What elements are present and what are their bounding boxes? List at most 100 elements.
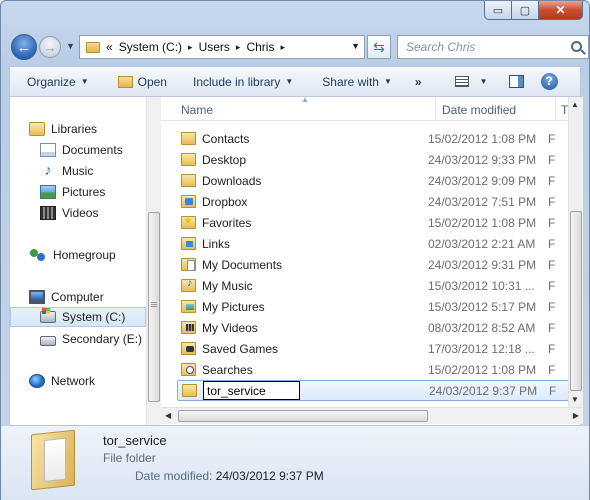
maximize-button[interactable]: ▢	[512, 1, 539, 20]
nav-item-libraries[interactable]: Libraries	[10, 119, 146, 139]
dropbox-folder-icon	[181, 195, 196, 208]
nav-label: Secondary (E:)	[62, 332, 143, 346]
file-list-vertical-scrollbar[interactable]: ▲ ▼	[568, 97, 583, 407]
chevron-down-icon: ▼	[80, 77, 89, 86]
column-divider[interactable]	[435, 97, 436, 121]
breadcrumb-users[interactable]: Users	[199, 40, 230, 54]
nav-label: Homegroup	[53, 248, 116, 262]
file-row[interactable]: Saved Games 17/03/2012 12:18 ... F	[177, 338, 569, 359]
nav-label: Videos	[62, 206, 99, 220]
nav-item-music[interactable]: ♪ Music	[10, 161, 146, 181]
file-row[interactable]: Desktop 24/03/2012 9:33 PM F	[177, 149, 569, 170]
help-button[interactable]: ?	[533, 67, 567, 96]
scroll-down-icon[interactable]: ▼	[571, 395, 579, 404]
scroll-up-icon[interactable]: ▲	[571, 100, 579, 109]
column-divider[interactable]	[555, 97, 556, 121]
scroll-right-icon[interactable]: ▶	[573, 411, 579, 420]
search-input[interactable]: Search Chris	[397, 35, 589, 59]
breadcrumb-separator-icon[interactable]: ▸	[236, 42, 241, 53]
minimize-button[interactable]: ▭	[484, 1, 512, 20]
file-date: 24/03/2012 7:51 PM	[428, 194, 537, 209]
drive-icon	[40, 335, 56, 346]
nav-item-computer[interactable]: Computer	[10, 287, 146, 307]
videos-icon	[40, 206, 56, 220]
nav-label: Pictures	[62, 185, 106, 199]
history-dropdown-icon[interactable]: ▼	[66, 41, 75, 51]
close-button[interactable]: ✕	[539, 1, 583, 20]
search-icon[interactable]	[571, 41, 582, 52]
breadcrumb-chris[interactable]: Chris	[246, 40, 274, 54]
breadcrumb-system-c[interactable]: System (C:)	[119, 40, 182, 54]
nav-label: Network	[51, 374, 96, 388]
address-dropdown-icon[interactable]: ▼	[351, 41, 360, 51]
nav-item-secondary-e[interactable]: Secondary (E:)	[10, 329, 146, 349]
horizontal-scrollbar-thumb[interactable]	[178, 410, 428, 422]
file-name: My Documents	[202, 257, 283, 272]
share-with-label: Share with	[322, 74, 379, 89]
file-row[interactable]: Searches 15/02/2012 1:08 PM F	[177, 359, 569, 380]
computer-icon	[29, 290, 45, 304]
file-row[interactable]: My Pictures 15/03/2012 5:17 PM F	[177, 296, 569, 317]
file-row[interactable]: Links 02/03/2012 2:21 AM F	[177, 233, 569, 254]
file-row[interactable]: Contacts 15/02/2012 1:08 PM F	[177, 128, 569, 149]
column-header-name[interactable]: Name	[181, 103, 213, 117]
more-commands-button[interactable]: »	[401, 67, 431, 96]
address-overflow-chevron[interactable]: «	[106, 40, 113, 54]
open-button[interactable]: Open	[98, 67, 176, 96]
file-row[interactable]: Downloads 24/03/2012 9:09 PM F	[177, 170, 569, 191]
share-with-button[interactable]: Share with ▼	[302, 67, 401, 96]
file-row[interactable]: Favorites 15/02/2012 1:08 PM F	[177, 212, 569, 233]
breadcrumb-separator-icon[interactable]: ▸	[280, 42, 285, 53]
file-date: 24/03/2012 9:33 PM	[428, 152, 537, 167]
file-row-selected[interactable]: tor_service 24/03/2012 9:37 PM F	[177, 380, 569, 401]
saved-games-folder-icon	[181, 342, 196, 355]
file-list-horizontal-scrollbar[interactable]: ◀ ▶	[161, 407, 583, 424]
file-row[interactable]: My Music 15/03/2012 10:31 ... F	[177, 275, 569, 296]
file-row[interactable]: My Documents 24/03/2012 9:31 PM F	[177, 254, 569, 275]
file-name: Desktop	[202, 152, 247, 167]
arrow-right-icon: →	[43, 39, 57, 55]
videos-folder-icon	[181, 321, 196, 334]
homegroup-icon	[29, 247, 47, 263]
file-name: Saved Games	[202, 341, 279, 356]
refresh-icon: ⇆	[373, 38, 385, 55]
forward-button[interactable]: →	[39, 36, 61, 58]
nav-item-network[interactable]: Network	[10, 371, 146, 391]
refresh-button[interactable]: ⇆	[367, 35, 391, 59]
windows-drive-icon	[40, 308, 56, 323]
search-placeholder: Search Chris	[406, 40, 476, 54]
file-type: F	[548, 173, 556, 188]
nav-item-documents[interactable]: Documents	[10, 140, 146, 160]
scroll-left-icon[interactable]: ◀	[165, 411, 171, 420]
nav-item-videos[interactable]: Videos	[10, 203, 146, 223]
file-name: Searches	[202, 362, 253, 377]
pictures-folder-icon	[181, 300, 196, 313]
nav-item-pictures[interactable]: Pictures	[10, 182, 146, 202]
file-type: F	[549, 383, 557, 398]
nav-item-system-c[interactable]: System (C:)	[10, 307, 146, 327]
details-date-modified-label: Date modified:	[135, 469, 213, 483]
nav-label: Documents	[62, 143, 123, 157]
file-type: F	[548, 362, 556, 377]
rename-input[interactable]: tor_service	[203, 381, 300, 400]
vertical-scrollbar-thumb[interactable]	[570, 211, 582, 391]
sort-ascending-icon: ▲	[301, 97, 309, 104]
breadcrumb-separator-icon[interactable]: ▸	[188, 42, 193, 53]
file-type: F	[548, 194, 556, 209]
change-view-button[interactable]: ▼	[431, 67, 497, 96]
organize-button[interactable]: Organize ▼	[10, 67, 98, 96]
address-bar[interactable]: « System (C:) ▸ Users ▸ Chris ▸ ▼	[79, 35, 365, 59]
file-type: F	[548, 152, 556, 167]
contacts-folder-icon	[181, 132, 196, 145]
preview-pane-button[interactable]	[497, 67, 533, 96]
file-row[interactable]: Dropbox 24/03/2012 7:51 PM F	[177, 191, 569, 212]
nav-pane-scrollbar[interactable]	[146, 97, 161, 425]
music-folder-icon	[181, 277, 196, 292]
nav-item-homegroup[interactable]: Homegroup	[10, 245, 146, 265]
pictures-icon	[40, 185, 56, 199]
file-date: 17/03/2012 12:18 ...	[428, 341, 535, 356]
file-row[interactable]: My Videos 08/03/2012 8:52 AM F	[177, 317, 569, 338]
column-header-date-modified[interactable]: Date modified	[442, 103, 516, 117]
include-in-library-button[interactable]: Include in library ▼	[176, 67, 302, 96]
back-button[interactable]: ←	[11, 34, 37, 60]
